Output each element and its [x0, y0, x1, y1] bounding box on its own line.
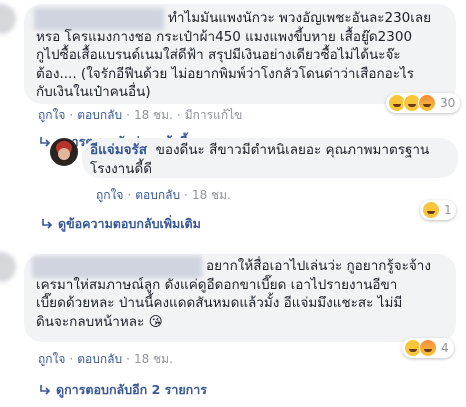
reply-reaction[interactable]: 1: [420, 200, 456, 220]
comment-line: อยากให้สื่อเอาไปเล่นว่ะ กูอยากรู้จะจ้าง: [206, 258, 431, 274]
reply-author-name[interactable]: อีแจ่มจรัส: [90, 142, 147, 158]
reply-line: อีแจ่มจรัส ของดีนะ สีขาวมีตำหนิเลยอะ คุณ…: [90, 141, 456, 160]
haha-reaction-icon: [422, 201, 440, 219]
reply-link[interactable]: ตอบกลับ: [135, 188, 180, 202]
view-more-replies[interactable]: ดูการตอบกลับอีก 2 รายการ: [40, 380, 207, 400]
angry-reaction-icon: [419, 339, 437, 357]
comment-actions: ถูกใจ · ตอบกลับ · 18 ชม.: [38, 352, 173, 366]
comment-line: ดินจะกลบหน้าหละ 😘: [36, 313, 163, 330]
edited-label[interactable]: มีการแก้ไข: [185, 108, 243, 122]
reply-actions: ถูกใจ · ตอบกลับ · 18 ชม.: [96, 188, 231, 202]
like-link[interactable]: ถูกใจ: [96, 188, 123, 202]
like-link[interactable]: ถูกใจ: [38, 108, 65, 122]
reply-link[interactable]: ตอบกลับ: [77, 108, 122, 122]
reaction-count: 4: [441, 341, 449, 355]
comment-line: เบี๊ยดด้วยหละ ป่านนี้คงแดดสันหมดแล้วมั้ง…: [36, 295, 403, 311]
comment-line: เครมาให่สมภาษณ์ลูก ดังแค่ดูอีดอกขาเบี๊ยด…: [36, 276, 398, 293]
commenter-avatar[interactable]: [0, 252, 16, 282]
like-link[interactable]: ถูกใจ: [38, 352, 65, 366]
reaction-count: 1: [444, 203, 452, 217]
comment-line: กูไปซื้อเสื้อแบรนด์เนมใส่ดีฟ้า สรุปมีเงิ…: [36, 47, 401, 63]
reply-link[interactable]: ตอบกลับ: [77, 352, 122, 366]
commenter-avatar[interactable]: [0, 4, 16, 34]
reaction-summary[interactable]: 30: [386, 93, 461, 113]
reply-text: อีแจ่มจรัส ของดีนะ สีขาวมีตำหนิเลยอะ คุณ…: [90, 141, 456, 178]
reply-avatar[interactable]: [50, 138, 78, 166]
view-more-replies[interactable]: ดูข้อความตอบกลับเพิ่มเติม: [42, 214, 201, 234]
comment-actions: ถูกใจ · ตอบกลับ · 18 ชม. · มีการแก้ไข: [38, 108, 243, 122]
comment-text: อยากให้สื่อเอาไปเล่นว่ะ กูอยากรู้จะจ้าง …: [36, 257, 452, 331]
comment-line: หรอ โครแมงกางชอ กระเป๋าผ้า450 แมงแพงขี้บ…: [36, 28, 413, 45]
angry-reaction-icon: [418, 94, 436, 112]
reply-line: โรงงานดี้ดี: [90, 160, 153, 177]
view-more-label: ดูข้อความตอบกลับเพิ่มเติม: [58, 216, 201, 231]
reaction-summary[interactable]: 4: [402, 338, 454, 358]
comment-text: ทำไมมันแพงนักวะ พวงอัญเพชะอันละ230เลย หร…: [36, 9, 452, 102]
timestamp[interactable]: 18 ชม.: [134, 108, 173, 122]
reaction-count: 30: [440, 96, 456, 110]
timestamp[interactable]: 18 ชม.: [192, 188, 231, 202]
reply-arrow-icon: [42, 219, 53, 229]
reply-arrow-icon: [40, 385, 51, 395]
view-more-label: ดูการตอบกลับอีก 2 รายการ: [56, 382, 207, 397]
comment-line: ทำไมมันแพงนักวะ พวงอัญเพชะอันละ230เลย: [168, 10, 432, 26]
comment-line: ต้อง.... (ใจรักอีฟีนด้วย ไม่อยากพิมพ์ว่า…: [36, 65, 415, 82]
timestamp[interactable]: 18 ชม.: [134, 352, 173, 366]
reply-text-line: ของดีนะ สีขาวมีตำหนิเลยอะ คุณภาพมาตรฐาน: [155, 142, 430, 158]
